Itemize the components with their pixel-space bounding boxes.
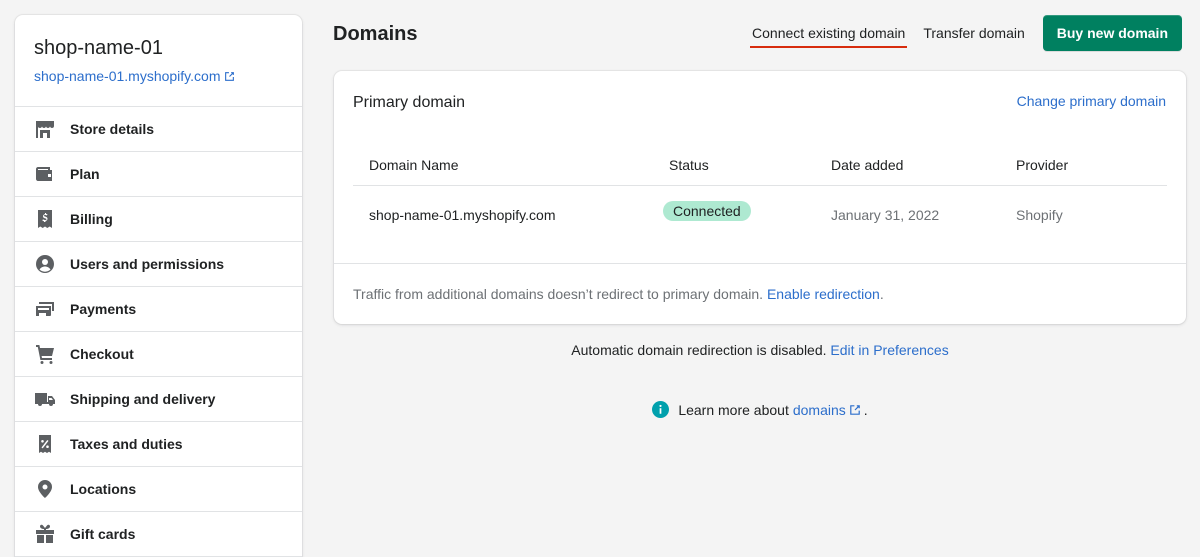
card-footer: Traffic from additional domains doesn’t … [334, 263, 1186, 324]
domain-name-cell: shop-name-01.myshopify.com [369, 207, 556, 223]
sidebar-item-label: Taxes and duties [70, 436, 183, 452]
sidebar-item-store-details[interactable]: Store details [15, 107, 302, 152]
sidebar-item-taxes-and-duties[interactable]: Taxes and duties [15, 422, 302, 467]
info-icon [652, 401, 670, 418]
primary-domain-card: Primary domain Change primary domain Dom… [334, 71, 1186, 324]
sidebar-item-label: Locations [70, 481, 137, 497]
sidebar-item-shipping-and-delivery[interactable]: Shipping and delivery [15, 377, 302, 422]
column-header-date-added: Date added [831, 156, 904, 173]
location-pin-icon [35, 479, 55, 499]
sidebar-item-label: Shipping and delivery [70, 391, 216, 407]
provider-cell: Shopify [1016, 207, 1063, 223]
card-title: Primary domain [353, 94, 466, 111]
sidebar-item-label: Checkout [70, 346, 134, 362]
enable-redirection-link[interactable]: Enable redirection [767, 286, 880, 302]
sidebar-item-label: Payments [70, 301, 137, 317]
connect-existing-domain-link[interactable]: Connect existing domain [750, 17, 908, 49]
learn-more-text: Learn more about [678, 401, 789, 418]
buy-new-domain-button[interactable]: Buy new domain [1042, 15, 1182, 51]
date-added-cell: January 31, 2022 [831, 207, 940, 223]
settings-sidebar: shop-name-01 shop-name-01.myshopify.com … [15, 15, 302, 557]
billing-icon [35, 209, 55, 229]
redirect-note-text: Automatic domain redirection is disabled… [571, 342, 827, 358]
sidebar-item-billing[interactable]: Billing [15, 197, 302, 242]
sidebar-item-checkout[interactable]: Checkout [15, 332, 302, 377]
tax-icon [35, 434, 55, 454]
sidebar-item-locations[interactable]: Locations [15, 467, 302, 512]
sidebar-item-label: Users and permissions [70, 256, 225, 272]
footer-text: Traffic from additional domains doesn’t … [353, 286, 764, 302]
gift-icon [35, 524, 55, 544]
store-header: shop-name-01 shop-name-01.myshopify.com [15, 15, 302, 107]
transfer-domain-link[interactable]: Transfer domain [923, 17, 1024, 49]
page-title: Domains [333, 23, 418, 45]
column-header-provider: Provider [1016, 156, 1069, 173]
store-icon [35, 119, 55, 139]
sidebar-item-users-and-permissions[interactable]: Users and permissions [15, 242, 302, 287]
domains-table: Domain Name Status Date added Provider s… [353, 144, 1167, 244]
sidebar-item-plan[interactable]: Plan [15, 152, 302, 197]
redirect-note: Automatic domain redirection is disabled… [334, 342, 1186, 358]
sidebar-item-label: Store details [70, 121, 155, 137]
payments-icon [35, 299, 55, 319]
truck-icon [35, 389, 55, 409]
table-header: Domain Name Status Date added Provider [353, 144, 1167, 186]
footer-period: . [879, 286, 884, 302]
edit-in-preferences-link[interactable]: Edit in Preferences [830, 342, 948, 358]
wallet-icon [35, 164, 55, 184]
domains-help-link[interactable]: domains [793, 402, 861, 418]
sidebar-item-gift-cards[interactable]: Gift cards [15, 512, 302, 557]
table-row: shop-name-01.myshopify.com Connected Jan… [353, 186, 1167, 244]
header-actions: Connect existing domain Transfer domain … [750, 15, 1182, 51]
cart-icon [35, 344, 55, 364]
learn-more-period: . [863, 401, 868, 418]
store-url-text: shop-name-01.myshopify.com [34, 68, 221, 84]
learn-more: Learn more about domains . [334, 401, 1186, 418]
sidebar-item-label: Plan [70, 166, 100, 182]
store-name: shop-name-01 [34, 37, 163, 59]
column-header-status: Status [669, 156, 709, 173]
change-primary-domain-link[interactable]: Change primary domain [1017, 93, 1166, 109]
external-link-icon [849, 404, 860, 415]
user-icon [35, 254, 55, 274]
sidebar-item-label: Gift cards [70, 526, 136, 542]
domains-link-text: domains [792, 401, 846, 418]
store-url-link[interactable]: shop-name-01.myshopify.com [34, 68, 283, 84]
external-link-icon [225, 71, 235, 81]
status-badge: Connected [663, 201, 751, 221]
column-header-domain-name: Domain Name [369, 156, 459, 173]
sidebar-item-payments[interactable]: Payments [15, 287, 302, 332]
sidebar-item-label: Billing [70, 211, 113, 227]
